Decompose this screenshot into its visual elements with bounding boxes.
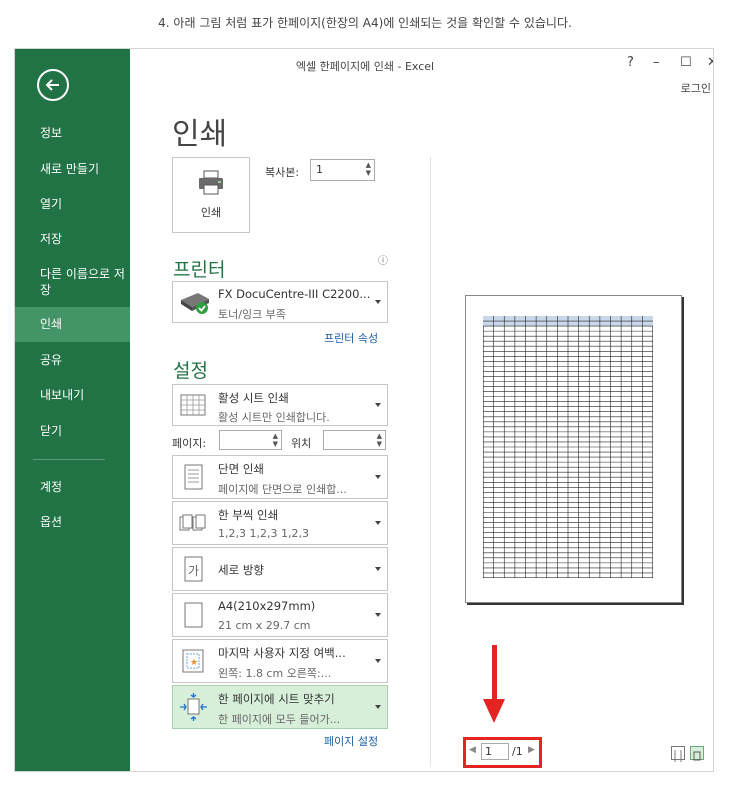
portrait-orientation-icon: 가	[184, 556, 203, 582]
annotation-arrow-shaft	[492, 645, 497, 701]
minimize-button[interactable]: –	[653, 55, 660, 70]
sheet-grid-icon	[180, 394, 206, 416]
window-title: 엑셀 한페이지에 인쇄 - Excel	[295, 60, 435, 73]
sides-main: 단면 인쇄	[218, 462, 264, 476]
printer-properties-link[interactable]: 프린터 속성	[324, 330, 378, 346]
custom-margins-icon: ★	[182, 649, 204, 673]
sidebar-item-save-as[interactable]: 다른 이름으로 저장	[15, 266, 125, 298]
sidebar-item-share[interactable]: 공유	[15, 352, 130, 368]
zoom-to-page-icon[interactable]	[690, 746, 704, 761]
page-navigator: ◀ 1 /1 ▶	[463, 737, 542, 768]
sides-sub: 페이지에 단면으로 인쇄합...	[218, 483, 347, 496]
orientation-main: 세로 방향	[218, 563, 264, 577]
svg-text:★: ★	[190, 658, 198, 668]
print-what-sub: 활성 시트만 인쇄합니다.	[218, 411, 330, 424]
printer-name: FX DocuCentre-III C2200...	[218, 287, 371, 301]
paper-size-icon	[184, 602, 203, 628]
close-button[interactable]: ✕	[707, 55, 713, 70]
printer-icon	[199, 170, 223, 195]
fit-to-page-icon	[180, 693, 207, 721]
excel-window: 정보 새로 만들기 열기 저장 다른 이름으로 저장 인쇄 공유 내보내기 닫기…	[14, 48, 714, 772]
sidebar-item-save[interactable]: 저장	[15, 231, 130, 247]
title-bar: 엑셀 한페이지에 인쇄 - Excel ? – ☐ ✕	[130, 49, 713, 79]
annotation-arrow-down-icon	[483, 699, 505, 723]
sidebar-item-export[interactable]: 내보내기	[15, 387, 130, 403]
collate-sub: 1,2,3 1,2,3 1,2,3	[218, 527, 309, 540]
print-button[interactable]: 인쇄	[172, 157, 250, 233]
dropdown-caret-icon	[375, 705, 381, 709]
total-pages: /1	[512, 745, 523, 758]
spinner-arrows-icon[interactable]: ▲ ▼	[273, 432, 278, 448]
copies-input[interactable]: 1 ▲ ▼	[310, 159, 375, 181]
collate-dropdown[interactable]: 한 부씩 인쇄 1,2,3 1,2,3 1,2,3	[172, 501, 388, 545]
sidebar-item-options[interactable]: 옵션	[15, 514, 130, 530]
scaling-sub: 한 페이지에 모두 들어가...	[218, 713, 341, 726]
copies-value: 1	[316, 163, 323, 176]
page-title: 인쇄	[172, 117, 228, 152]
back-arrow-icon	[45, 79, 59, 91]
sidebar-item-print[interactable]: 인쇄	[15, 307, 130, 342]
print-what-dropdown[interactable]: 활성 시트 인쇄 활성 시트만 인쇄합니다.	[172, 384, 388, 426]
prev-page-icon[interactable]: ◀	[469, 745, 476, 755]
print-preview-page	[465, 295, 682, 603]
zoom-page-view-icon	[693, 751, 701, 761]
dropdown-caret-icon	[375, 613, 381, 617]
backstage-sidebar: 정보 새로 만들기 열기 저장 다른 이름으로 저장 인쇄 공유 내보내기 닫기…	[15, 49, 130, 771]
printer-dropdown[interactable]: FX DocuCentre-III C2200... 토너/잉크 부족	[172, 281, 388, 323]
panel-divider	[430, 157, 431, 767]
pages-from-input[interactable]: ▲ ▼	[219, 430, 282, 450]
dropdown-caret-icon	[375, 475, 381, 479]
margins-view-icon	[674, 750, 682, 762]
margins-dropdown[interactable]: ★ 마지막 사용자 지정 여백... 왼쪽: 1.8 cm 오른쪽:...	[172, 639, 388, 683]
login-link[interactable]: 로그인	[681, 80, 711, 96]
spinner-arrows-icon[interactable]: ▲ ▼	[377, 432, 382, 448]
settings-section-title: 설정	[173, 360, 208, 382]
sidebar-item-close[interactable]: 닫기	[15, 423, 130, 439]
show-margins-icon[interactable]	[671, 746, 685, 762]
dropdown-caret-icon	[375, 300, 381, 304]
printer-ready-icon	[181, 293, 209, 314]
page-setup-link[interactable]: 페이지 설정	[324, 733, 378, 749]
spinner-arrows-icon[interactable]: ▲ ▼	[366, 161, 371, 177]
sidebar-item-info[interactable]: 정보	[15, 125, 130, 141]
margins-main: 마지막 사용자 지정 여백...	[218, 646, 346, 660]
next-page-icon[interactable]: ▶	[528, 745, 535, 755]
print-button-label: 인쇄	[200, 206, 222, 219]
orientation-dropdown[interactable]: 가 세로 방향	[172, 547, 388, 591]
sidebar-item-account[interactable]: 계정	[15, 479, 130, 495]
current-page-input[interactable]: 1	[481, 743, 509, 760]
one-sided-page-icon	[184, 464, 203, 490]
sidebar-item-open[interactable]: 열기	[15, 196, 130, 212]
collated-pages-icon	[179, 514, 206, 531]
printer-status: 토너/잉크 부족	[218, 308, 286, 321]
dropdown-caret-icon	[375, 521, 381, 525]
help-button[interactable]: ?	[627, 55, 634, 70]
caption: 4. 아래 그림 처럼 표가 한페이지(한장의 A4)에 인쇄되는 것을 확인할…	[158, 16, 572, 30]
maximize-button[interactable]: ☐	[680, 55, 692, 70]
back-button[interactable]	[37, 69, 69, 101]
info-icon[interactable]: ⓘ	[378, 252, 388, 267]
dropdown-caret-icon	[375, 659, 381, 663]
paper-size-sub: 21 cm x 29.7 cm	[218, 619, 311, 632]
dropdown-caret-icon	[375, 403, 381, 407]
dropdown-caret-icon	[375, 567, 381, 571]
paper-size-main: A4(210x297mm)	[218, 599, 316, 613]
printer-section-title: 프린터	[173, 259, 226, 281]
pages-to-input[interactable]: ▲ ▼	[323, 430, 386, 450]
scaling-main: 한 페이지에 시트 맞추기	[218, 692, 335, 706]
sidebar-divider	[33, 459, 105, 460]
preview-sheet-table	[483, 316, 653, 578]
scaling-dropdown[interactable]: 한 페이지에 시트 맞추기 한 페이지에 모두 들어가...	[172, 685, 388, 729]
collate-main: 한 부씩 인쇄	[218, 508, 279, 522]
pages-label: 페이지:	[172, 437, 207, 450]
svg-text:가: 가	[188, 564, 199, 578]
sides-dropdown[interactable]: 단면 인쇄 페이지에 단면으로 인쇄합...	[172, 455, 388, 499]
copies-label: 복사본:	[265, 166, 300, 179]
sidebar-item-new[interactable]: 새로 만들기	[15, 161, 130, 177]
print-what-main: 활성 시트 인쇄	[218, 391, 289, 405]
pages-to-label: 위치	[291, 437, 312, 450]
margins-sub: 왼쪽: 1.8 cm 오른쪽:...	[218, 667, 332, 680]
paper-size-dropdown[interactable]: A4(210x297mm) 21 cm x 29.7 cm	[172, 593, 388, 637]
